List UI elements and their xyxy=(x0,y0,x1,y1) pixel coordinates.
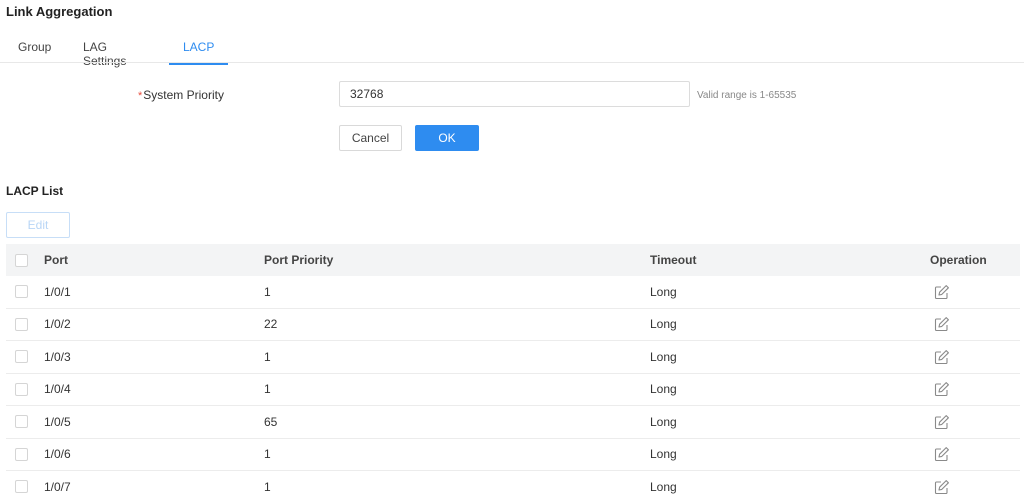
column-header-operation: Operation xyxy=(930,253,987,267)
cell-timeout: Long xyxy=(650,317,677,332)
cell-timeout: Long xyxy=(650,284,677,299)
table-row: 1/0/7 1 Long xyxy=(6,471,1020,502)
required-mark: * xyxy=(138,89,143,102)
lacp-list-title: LACP List xyxy=(6,184,64,198)
cell-port-priority: 1 xyxy=(264,284,271,299)
cell-port-priority: 1 xyxy=(264,479,271,494)
column-header-port: Port xyxy=(44,253,68,267)
edit-icon[interactable] xyxy=(934,381,950,397)
edit-icon[interactable] xyxy=(934,414,950,430)
table-row: 1/0/1 1 Long xyxy=(6,276,1020,309)
cell-port-priority: 1 xyxy=(264,447,271,462)
edit-icon[interactable] xyxy=(934,349,950,365)
table-row: 1/0/6 1 Long xyxy=(6,438,1020,471)
table-row: 1/0/4 1 Long xyxy=(6,373,1020,406)
page-title: Link Aggregation xyxy=(6,4,113,19)
column-header-timeout: Timeout xyxy=(650,253,697,267)
cell-port-priority: 65 xyxy=(264,414,278,429)
table-body: 1/0/1 1 Long 1/0/2 22 Long 1/0/3 1 Long 1/0/4 1 Lon… xyxy=(6,276,1020,502)
cell-port: 1/0/2 xyxy=(44,317,71,332)
table-row: 1/0/2 22 Long xyxy=(6,308,1020,341)
cell-timeout: Long xyxy=(650,447,677,462)
row-checkbox[interactable] xyxy=(15,350,28,364)
cell-port-priority: 1 xyxy=(264,382,271,397)
select-all-checkbox[interactable] xyxy=(15,253,28,267)
cell-port: 1/0/4 xyxy=(44,382,71,397)
tabs-divider xyxy=(0,62,1024,63)
cell-timeout: Long xyxy=(650,479,677,494)
edit-icon[interactable] xyxy=(934,446,950,462)
cell-port: 1/0/3 xyxy=(44,349,71,364)
edit-icon[interactable] xyxy=(934,479,950,495)
cell-port-priority: 22 xyxy=(264,317,278,332)
ok-button[interactable]: OK xyxy=(415,125,479,151)
cell-port-priority: 1 xyxy=(264,349,271,364)
system-priority-input[interactable] xyxy=(339,81,690,107)
cell-timeout: Long xyxy=(650,414,677,429)
cell-port: 1/0/6 xyxy=(44,447,71,462)
row-checkbox[interactable] xyxy=(15,317,28,331)
column-header-port-priority: Port Priority xyxy=(264,253,334,267)
edit-button[interactable]: Edit xyxy=(6,212,70,238)
cell-timeout: Long xyxy=(650,382,677,397)
row-checkbox[interactable] xyxy=(15,447,28,461)
row-checkbox[interactable] xyxy=(15,480,28,494)
cell-port: 1/0/7 xyxy=(44,479,71,494)
lacp-table: Port Port Priority Timeout Operation 1/0… xyxy=(6,244,1020,502)
table-row: 1/0/3 1 Long xyxy=(6,341,1020,374)
edit-icon[interactable] xyxy=(934,316,950,332)
system-priority-label: *System Priority xyxy=(138,88,224,102)
system-priority-label-text: System Priority xyxy=(143,88,224,102)
row-checkbox[interactable] xyxy=(15,415,28,429)
cell-port: 1/0/1 xyxy=(44,284,71,299)
cancel-button[interactable]: Cancel xyxy=(339,125,402,151)
cell-port: 1/0/5 xyxy=(44,414,71,429)
cell-timeout: Long xyxy=(650,349,677,364)
system-priority-hint: Valid range is 1-65535 xyxy=(697,90,797,101)
table-row: 1/0/5 65 Long xyxy=(6,406,1020,439)
edit-icon[interactable] xyxy=(934,284,950,300)
table-header: Port Port Priority Timeout Operation xyxy=(6,244,1020,276)
row-checkbox[interactable] xyxy=(15,382,28,396)
row-checkbox[interactable] xyxy=(15,285,28,299)
